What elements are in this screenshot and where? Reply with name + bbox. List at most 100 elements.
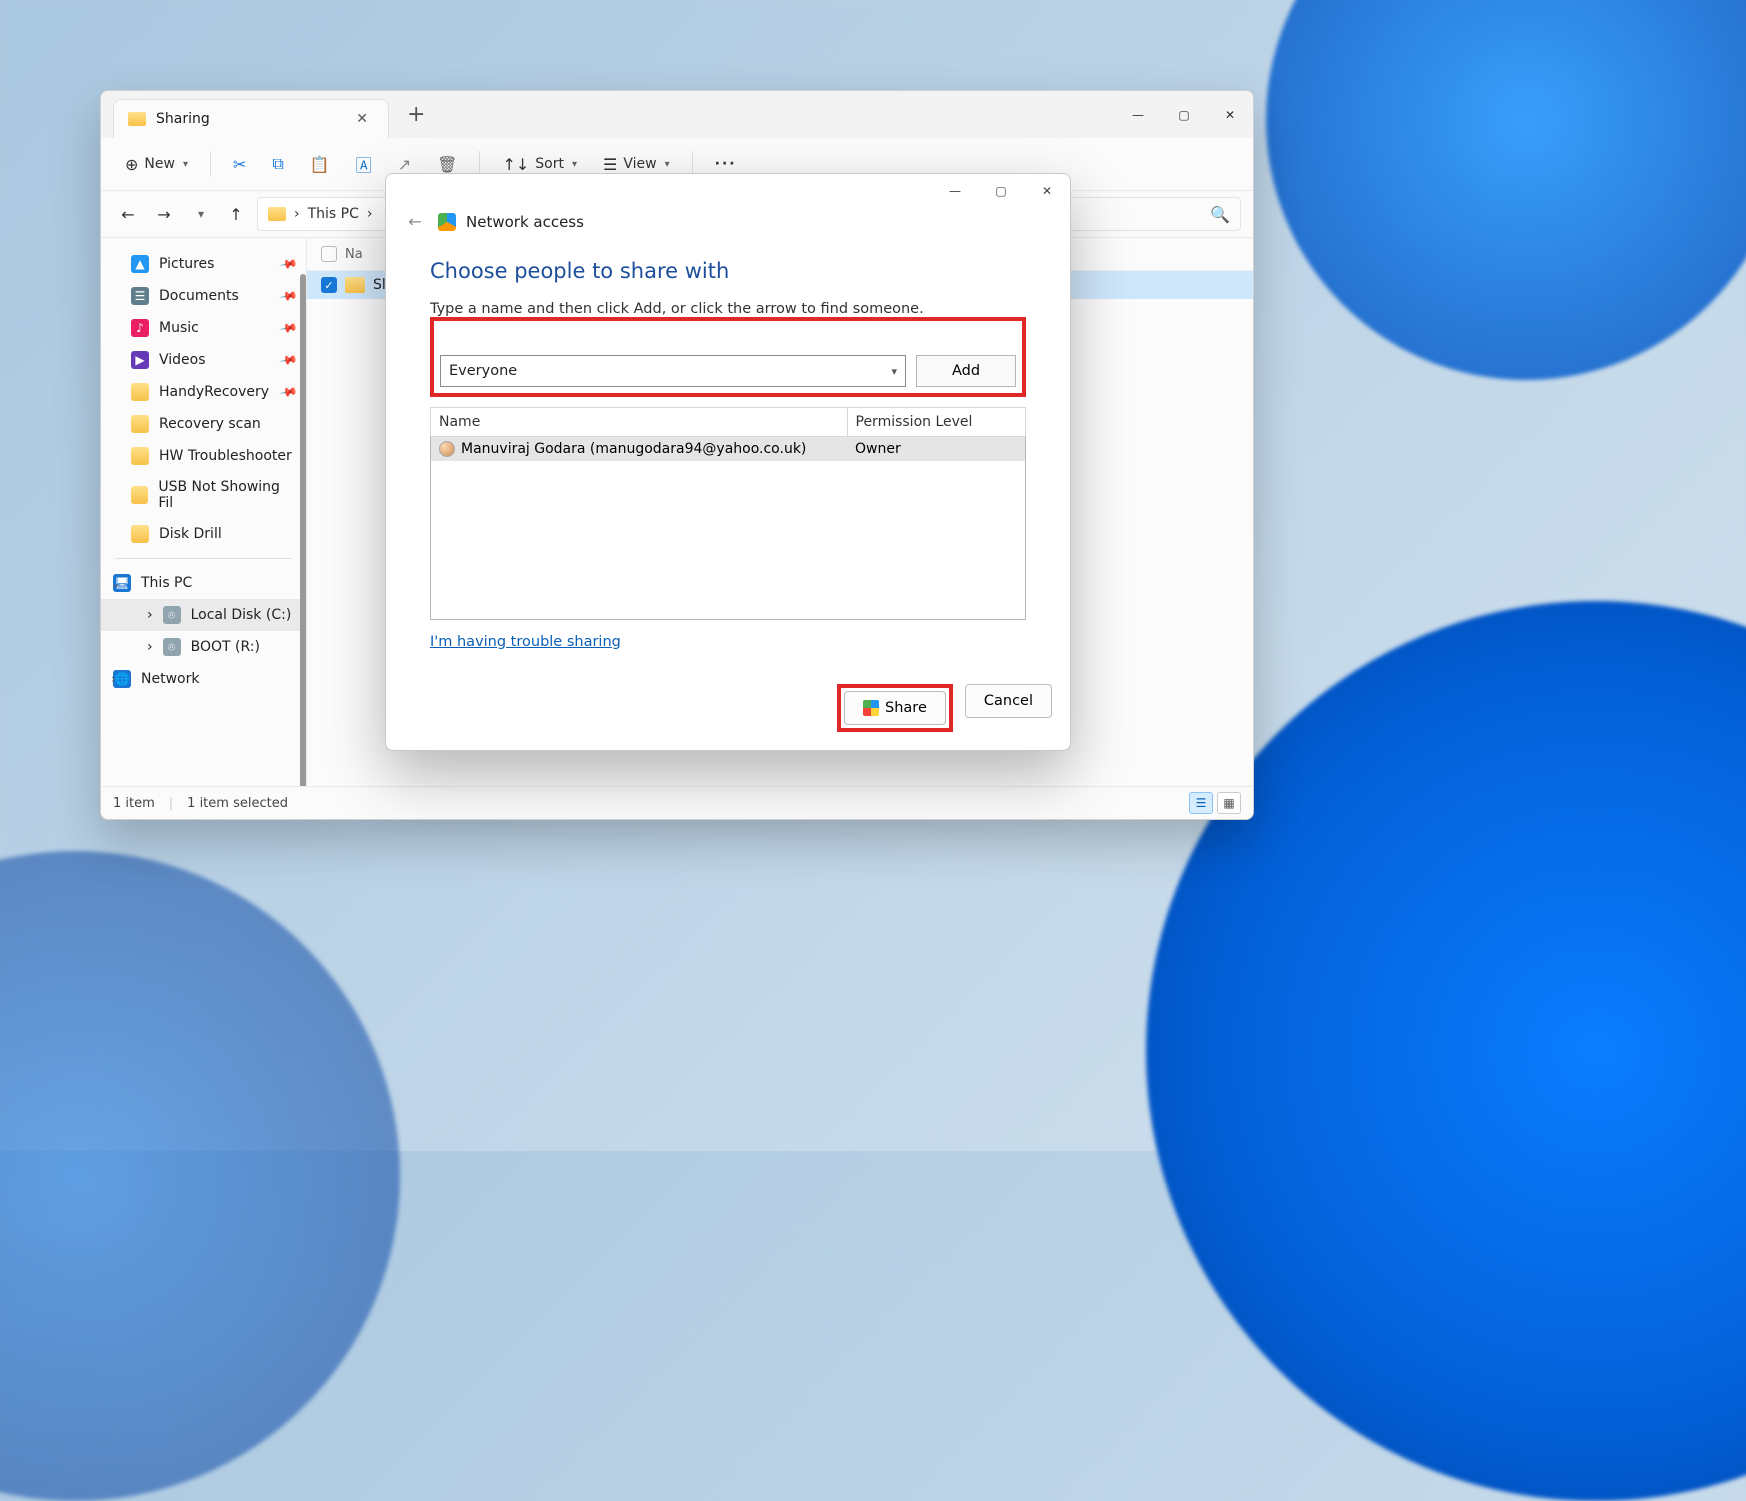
sidebar-item-label: Local Disk (C:)	[191, 607, 292, 623]
select-all-checkbox[interactable]	[321, 246, 337, 262]
pin-icon: 📌	[278, 318, 298, 338]
chevron-right-icon: ›	[147, 607, 153, 623]
tiles-view-button[interactable]: ▦	[1217, 792, 1241, 814]
new-tab-button[interactable]: +	[407, 102, 425, 127]
user-icon	[439, 441, 455, 457]
minimize-button[interactable]: —	[1115, 95, 1161, 135]
search-input[interactable]: 🔍	[1041, 197, 1241, 231]
sidebar-item-pictures[interactable]: ▲Pictures📌	[101, 248, 306, 280]
chevron-down-icon: ▾	[665, 159, 670, 170]
window-caption-buttons: — ▢ ✕	[1115, 95, 1253, 135]
tab-title: Sharing	[156, 111, 340, 127]
copy-icon: ⧉	[272, 154, 283, 174]
paste-icon: 📋	[310, 155, 330, 174]
network-access-icon	[438, 213, 456, 231]
dialog-back-button[interactable]: ←	[402, 212, 428, 231]
recent-button[interactable]: ▾	[185, 199, 215, 229]
copy-button[interactable]: ⧉	[262, 148, 293, 180]
sidebar-item-drive[interactable]: ›⌾BOOT (R:)	[101, 631, 306, 663]
dialog-subtext: Type a name and then click Add, or click…	[430, 301, 1026, 317]
tutorial-highlight: Share	[837, 684, 953, 732]
cancel-button[interactable]: Cancel	[965, 684, 1052, 718]
rename-icon: 🄰	[356, 152, 372, 176]
people-table: Name Permission Level Manuviraj Godara (…	[430, 407, 1026, 620]
close-button[interactable]: ✕	[1207, 95, 1253, 135]
sidebar-item-label: Disk Drill	[159, 526, 222, 542]
sidebar-item-folder[interactable]: HW Troubleshooter	[101, 440, 306, 472]
back-button[interactable]: ←	[113, 199, 143, 229]
breadcrumb-chev: ›	[294, 206, 300, 222]
share-label: Share	[885, 700, 927, 716]
dialog-minimize-button[interactable]: —	[932, 174, 978, 208]
rename-button[interactable]: 🄰	[346, 146, 382, 182]
view-label: View	[623, 156, 656, 172]
sidebar-item-label: HandyRecovery	[159, 384, 269, 400]
chevron-down-icon: ⌄	[111, 576, 121, 590]
column-permission[interactable]: Permission Level	[847, 408, 1026, 437]
sidebar-item-label: This PC	[141, 575, 192, 591]
column-name[interactable]: Name	[431, 408, 848, 437]
dialog-caption: — ▢ ✕	[386, 174, 1070, 208]
sidebar-item-documents[interactable]: ☰Documents📌	[101, 280, 306, 312]
folder-icon	[128, 112, 146, 126]
chevron-down-icon: ▾	[183, 159, 188, 170]
permission-level: Owner	[847, 437, 1026, 462]
column-name[interactable]: Na	[345, 247, 363, 262]
sidebar-item-videos[interactable]: ▶Videos📌	[101, 344, 306, 376]
music-icon: ♪	[131, 319, 149, 337]
disk-icon: ⌾	[163, 638, 181, 656]
view-switcher: ☰ ▦	[1189, 792, 1241, 814]
folder-icon	[268, 207, 286, 221]
pictures-icon: ▲	[131, 255, 149, 273]
people-combobox[interactable]: Everyone ▾	[440, 355, 906, 387]
folder-icon	[131, 447, 149, 465]
explorer-tab[interactable]: Sharing ✕	[113, 99, 389, 138]
chevron-down-icon: ▾	[198, 207, 204, 221]
sidebar-item-drive[interactable]: ›⌾Local Disk (C:)	[101, 599, 306, 631]
maximize-button[interactable]: ▢	[1161, 95, 1207, 135]
sidebar-item-label: Music	[159, 320, 199, 336]
folder-icon	[345, 277, 365, 293]
scrollbar-thumb[interactable]	[300, 274, 306, 786]
sidebar-item-folder[interactable]: HandyRecovery📌	[101, 376, 306, 408]
folder-icon	[131, 486, 148, 504]
sidebar-item-music[interactable]: ♪ Music 📌	[101, 312, 306, 344]
up-button[interactable]: ↑	[221, 199, 251, 229]
cut-button[interactable]: ✂	[223, 149, 256, 180]
chevron-down-icon: ▾	[572, 159, 577, 170]
dialog-header: ← Network access	[386, 208, 1070, 243]
trouble-sharing-link[interactable]: I'm having trouble sharing	[430, 634, 1026, 650]
sidebar-item-network[interactable]: ›🌐Network	[101, 663, 306, 695]
cut-icon: ✂	[233, 155, 246, 174]
dialog-close-button[interactable]: ✕	[1024, 174, 1070, 208]
checkbox-checked-icon[interactable]: ✓	[321, 277, 337, 293]
explorer-sidebar: ▲Pictures📌 ☰Documents📌 ♪Music📌 ▶Videos📌 …	[101, 238, 307, 786]
search-icon: 🔍	[1210, 205, 1230, 224]
sidebar-item-folder[interactable]: Disk Drill	[101, 518, 306, 550]
breadcrumb-root[interactable]: This PC	[308, 206, 359, 222]
pin-icon: 📌	[278, 286, 298, 306]
breadcrumb-chev: ›	[367, 206, 373, 222]
forward-button[interactable]: →	[149, 199, 179, 229]
add-button[interactable]: Add	[916, 355, 1016, 387]
new-label: New	[144, 156, 175, 172]
sidebar-item-this-pc[interactable]: ⌄🖥This PC	[101, 567, 306, 599]
tab-close-button[interactable]: ✕	[350, 109, 374, 129]
sidebar-item-label: Network	[141, 671, 199, 687]
dialog-title: Network access	[466, 213, 584, 231]
table-row[interactable]: Manuviraj Godara (manugodara94@yahoo.co.…	[431, 437, 1026, 462]
sidebar-item-folder[interactable]: Recovery scan	[101, 408, 306, 440]
tutorial-highlight: Everyone ▾ Add	[430, 317, 1026, 397]
pin-icon: 📌	[278, 350, 298, 370]
share-button[interactable]: Share	[844, 691, 946, 725]
plus-circle-icon: ⊕	[125, 155, 138, 174]
new-button[interactable]: ⊕ New ▾	[115, 149, 198, 180]
documents-icon: ☰	[131, 287, 149, 305]
details-view-button[interactable]: ☰	[1189, 792, 1213, 814]
folder-icon	[131, 415, 149, 433]
paste-button[interactable]: 📋	[300, 149, 340, 180]
dialog-maximize-button[interactable]: ▢	[978, 174, 1024, 208]
videos-icon: ▶	[131, 351, 149, 369]
sidebar-item-label: BOOT (R:)	[191, 639, 260, 655]
sidebar-item-folder[interactable]: USB Not Showing Fil	[101, 472, 306, 518]
